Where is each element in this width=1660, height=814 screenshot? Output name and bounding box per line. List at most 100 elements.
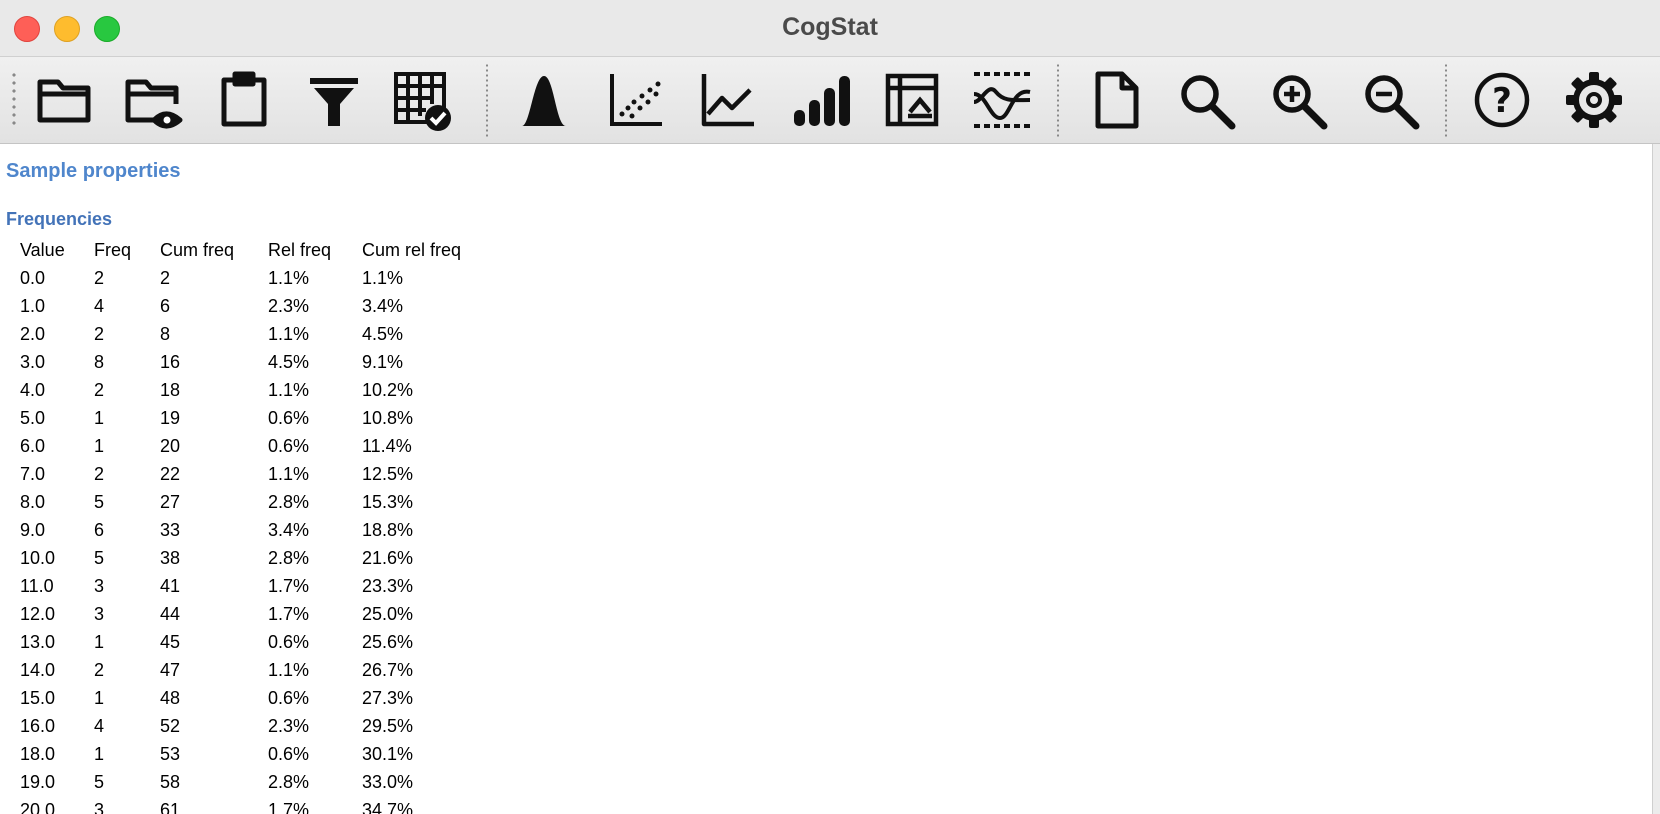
table-cell: 5 [94,772,105,792]
table-cell: 4.5% [362,324,404,344]
table-cell: 3 [94,800,105,814]
table-cell: 16.0 [20,716,56,736]
table-cell: 10.0 [20,548,56,568]
table-cell: 16 [160,352,181,372]
table-cell: 1.1% [268,268,310,288]
table-cell: 6.0 [20,436,46,456]
table-cell: 3 [94,604,105,624]
table-cell: 41 [160,576,181,596]
table-row: 14.0 2 47 1.1% 26.7% [12,656,492,684]
table-cell: 47 [160,660,181,680]
table-cell: 53 [160,744,181,764]
help-icon[interactable]: ? [1466,67,1538,133]
toolbar-separator [1445,63,1447,137]
table-cell: 2.3% [268,296,310,316]
table-cell: 19 [160,408,181,428]
table-cell: 4 [94,296,105,316]
title-bar: CogStat [0,0,1660,57]
zoom-in-icon[interactable] [1262,67,1334,133]
table-row: 2.0 2 8 1.1% 4.5% [12,320,492,348]
table-cell: 34.7% [362,800,414,814]
table-cell: 25.0% [362,604,414,624]
column-header: Rel freq [268,240,332,260]
filter-icon[interactable] [298,67,370,133]
table-cell: 14.0 [20,660,56,680]
table-cell: 2.8% [268,548,310,568]
svg-text:?: ? [1492,81,1512,121]
table-cell: 6 [160,296,171,316]
table-row: 12.0 3 44 1.7% 25.0% [12,600,492,628]
table-cell: 13.0 [20,632,56,652]
table-cell: 12.0 [20,604,56,624]
table-cell: 1.7% [268,604,310,624]
settings-icon[interactable] [1558,67,1630,133]
table-cell: 5 [94,548,105,568]
table-row: 4.0 2 18 1.1% 10.2% [12,376,492,404]
table-cell: 18.8% [362,520,414,540]
table-cell: 2 [94,380,105,400]
column-header: Cum rel freq [362,240,462,260]
line-chart-icon[interactable] [692,67,764,133]
table-header-row: Value Freq Cum freq Rel freq Cum rel fre… [12,236,492,264]
table-cell: 1.0 [20,296,46,316]
table-cell: 26.7% [362,660,414,680]
table-cell: 1.1% [268,324,310,344]
compare-curves-icon[interactable] [966,67,1038,133]
table-cell: 6 [94,520,105,540]
table-cell: 8 [160,324,171,344]
window-title: CogStat [782,13,878,41]
toolbar-grip[interactable] [12,71,16,129]
scatter-icon[interactable] [600,67,672,133]
table-cell: 12.5% [362,464,414,484]
table-cell: 11.4% [362,436,412,456]
table-row: 5.0 1 19 0.6% 10.8% [12,404,492,432]
table-cell: 9.0 [20,520,46,540]
table-row: 8.0 5 27 2.8% 15.3% [12,488,492,516]
paste-clipboard-icon[interactable] [208,67,280,133]
table-row: 20.0 3 61 1.7% 34.7% [12,796,492,814]
table-cell: 0.6% [268,408,310,428]
table-cell: 52 [160,716,181,736]
table-cell: 11.0 [20,576,54,596]
table-cell: 18.0 [20,744,56,764]
search-icon[interactable] [1170,67,1242,133]
table-cell: 1 [94,744,105,764]
reload-data-icon[interactable] [386,67,458,133]
table-cell: 2.8% [268,772,310,792]
zoom-out-icon[interactable] [1354,67,1426,133]
table-cell: 4.5% [268,352,310,372]
table-cell: 44 [160,604,181,624]
table-cell: 23.3% [362,576,414,596]
table-cell: 27 [160,492,181,512]
distribution-icon[interactable] [508,67,580,133]
table-cell: 1 [94,408,105,428]
table-cell: 2.0 [20,324,46,344]
table-cell: 3.4% [268,520,310,540]
table-cell: 15.0 [20,688,56,708]
open-folder-icon[interactable] [28,67,100,133]
table-cell: 22 [160,464,181,484]
column-header: Value [20,240,65,260]
bar-chart-icon[interactable] [784,67,856,133]
table-cell: 38 [160,548,181,568]
table-cell: 1.1% [268,660,310,680]
column-header: Cum freq [160,240,235,260]
pivot-table-icon[interactable] [876,67,948,133]
table-cell: 48 [160,688,181,708]
table-cell: 5 [94,492,105,512]
table-cell: 29.5% [362,716,414,736]
results-pane[interactable]: Sample properties Frequencies Value Freq… [0,144,1652,814]
table-row: 16.0 4 52 2.3% 29.5% [12,712,492,740]
table-row: 15.0 1 48 0.6% 27.3% [12,684,492,712]
table-cell: 27.3% [362,688,414,708]
table-cell: 33 [160,520,181,540]
table-cell: 15.3% [362,492,414,512]
table-cell: 1.7% [268,576,310,596]
open-demo-icon[interactable] [116,67,188,133]
table-cell: 20 [160,436,181,456]
table-row: 3.0 8 16 4.5% 9.1% [12,348,492,376]
new-file-icon[interactable] [1080,67,1152,133]
table-cell: 21.6% [362,548,414,568]
table-cell: 3.4% [362,296,404,316]
table-row: 6.0 1 20 0.6% 11.4% [12,432,492,460]
